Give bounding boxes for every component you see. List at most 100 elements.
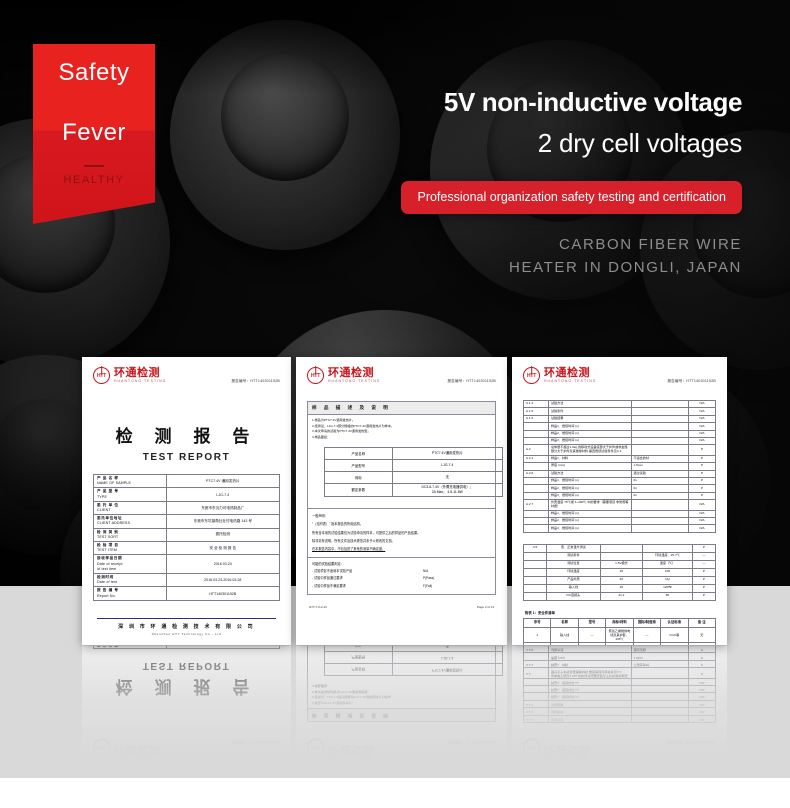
doc1-row-label: 委托单位地址 CLIENT ADDRESS <box>93 514 167 529</box>
doc1-row-value: LJG-7.4 <box>165 487 281 502</box>
doc3-cell: 厚度 (mm) <box>547 462 632 471</box>
doc3-cell: 总体量不超过1.0kg 的移动式设备底部大于护件或非金属部分大于护件及其绝缘材料… <box>547 444 632 456</box>
table-row: 样品1．燃烧时间 (s) N/A <box>523 509 716 518</box>
table-row: 厚度 (mm)1.5mmP <box>523 462 716 471</box>
doc3-cell: 输入线 <box>550 626 579 644</box>
promo-page: Safety Fever HEALTHY 5V non-inductive vo… <box>0 0 790 808</box>
doc2-general-title: 一般声明： <box>312 514 328 519</box>
certificate-reflections: HTT 环通检测 HUANTONG TESTING 报告编号：HTT140301… <box>82 646 727 766</box>
doc3-cell: 样品2．燃烧时间 (s) <box>547 429 632 438</box>
doc3-cell <box>522 575 548 585</box>
table-row: A.2.7 外壳温度 75℃或 3~200℃ 中的要求（需要项目 非防雨等材质） N… <box>523 499 716 511</box>
table-row: 样品2．燃烧时间 (s) N/A <box>523 429 716 438</box>
subtitle-line-1: CARBON FIBER WIRE <box>558 235 742 253</box>
doc3-cell: A.2 <box>523 444 549 456</box>
doc3-caption: 附表 1：安全件清单 <box>525 610 555 615</box>
doc3-cell: P <box>688 469 716 478</box>
doc3-cell <box>630 516 690 526</box>
table-row: 产品名称PTC7.4V通用发热片 <box>324 446 504 460</box>
certificate-doc-3[interactable]: HTT 环通检测 HUANTONG TESTING 报告编号：HTT140301… <box>512 357 727 645</box>
doc2-results: 可能的试验结果判定： - 试验项目不适用本试验产品 N/A - 试验中样品通过要求 P… <box>307 557 496 596</box>
doc3-cell <box>599 543 644 553</box>
ribbon-line-1: Safety <box>58 59 130 86</box>
hero-copy: 5V non-inductive voltage 2 dry cell volt… <box>322 87 743 276</box>
doc3-cell: A.1.6 <box>523 414 549 424</box>
doc3-cell: A.1.4 <box>523 399 549 409</box>
doc3-cell <box>522 583 548 593</box>
doc3-cell: 样品2．燃烧时间 (s) <box>547 484 632 493</box>
table-row: 样品1．燃烧时间 (s) 0s P <box>523 476 716 486</box>
table-row: 环境温度 20 100 P <box>522 567 717 577</box>
doc3-cell: 外壳温度 75℃或 3~200℃ 中的要求（需要项目 非防雨等材质） <box>547 499 632 511</box>
doc3-cell <box>523 422 549 431</box>
doc3-header-cell: 序号 <box>522 617 552 628</box>
doc3-cell: P <box>688 462 716 471</box>
doc3-cell: 100 <box>642 567 693 577</box>
doc3-cell: 1.5mm <box>630 462 690 471</box>
table-row: 检测时间 Date of test 2016.03.24-2016.03.28 <box>93 573 281 588</box>
doc1-row-value: 东莞市东坑镇角社社村电热路 143 号 <box>165 514 281 529</box>
doc1-row-label: 检 测 类 别 TEST SORT <box>93 527 167 543</box>
doc2-result-row: - 试验项目不适用本试验产品 N/A <box>312 568 491 575</box>
doc3-cell: N/A <box>688 429 716 438</box>
doc2-result-label: - 试验项目不适用本试验产品 <box>312 569 353 574</box>
doc3-report-number: 报告编号：HTT140301152B <box>667 379 716 383</box>
table-row: 样品3．燃烧时间 (s) N/A <box>523 436 716 446</box>
ribbon-divider <box>84 165 104 167</box>
doc3-cell: A.2.7 <box>523 499 549 511</box>
doc3-cell <box>630 399 690 409</box>
doc3-cell: P <box>688 484 716 493</box>
doc3-cell: 0s <box>630 476 690 486</box>
doc3-cell: 1 <box>522 626 552 644</box>
table-header-row: 序号 名称 型号 商标/材料 国际/制造商 认证标准备 注 <box>522 617 717 628</box>
doc3-cell: N/A <box>688 499 716 511</box>
doc1-info-table: 产 品 名 称NAME OF SAMPLEPTC7.4V 通用发热片产 品 型 … <box>93 473 281 601</box>
table-row: 额定参数 DC3.6-7.4V（外置充电器供电）； 2A Max； 4.5-11.8… <box>324 482 504 498</box>
doc3-cell: 40 <box>599 575 644 585</box>
doc3-cell: 试验方法 <box>547 399 632 409</box>
doc3-cell: 样品1．材料 <box>547 454 632 464</box>
doc3-cell <box>522 551 548 561</box>
doc2-result-value: N/A <box>422 569 429 574</box>
table-row: A.2.6试验方法通过试验P <box>523 469 716 478</box>
doc2-general-statement: 一般声明： "（见附表）" 指本报告的所用结构。 所有含本用的试验结果仅为试验申请… <box>307 509 496 558</box>
doc3-cell: 试验方法 <box>547 469 632 478</box>
htt-logo-icon: HTT <box>93 367 110 384</box>
doc3-cell <box>599 551 644 561</box>
doc3-cell <box>522 567 548 577</box>
doc3-cell: 样品1．燃烧时间 (s) <box>547 476 632 486</box>
doc1-row-value: 2016.03.24 <box>165 554 281 575</box>
doc2-general-line: 除非另有说明，所有文件及技术规范并未予以修改的文档。 <box>312 539 395 544</box>
doc3-cell: N/A <box>688 422 716 431</box>
doc3-cell <box>630 429 690 438</box>
doc3-cell: P <box>691 591 717 601</box>
doc3-cell: 20 <box>599 567 644 577</box>
doc2-result-value: F(Fail) <box>422 583 433 588</box>
doc3-cell: 测试位置 <box>546 559 601 569</box>
doc3-cell <box>630 414 690 424</box>
subtitle-line-2: HEATER IN DONGLI, JAPAN <box>509 258 742 276</box>
doc3-cell: 产品外壳 <box>546 575 601 585</box>
doc2-spec-value: DC3.6-7.4V（外置充电器供电）； 2A Max； 4.5-11.8W <box>391 482 504 498</box>
doc3-cell: 试验结果 <box>547 414 632 424</box>
doc3-table-1: A.1.4试验方法N/AA.1.5试验条件N/AA.1.6试验结果N/A样品1．… <box>523 399 716 533</box>
doc3-cell: N/A <box>688 516 716 526</box>
doc1-row-value: 委托检测 <box>165 527 281 543</box>
doc3-table-3: 序号 名称 型号 商标/材料 国际/制造商 认证标准备 注 1 输入线 — 聚氯乙烯绝缘电线及其护… <box>522 617 717 645</box>
doc3-cell <box>630 524 690 533</box>
doc3-cell <box>523 524 549 533</box>
certificate-doc-1[interactable]: HTT 环通检测 HUANTONG TESTING 报告编号：HTT140301… <box>82 357 291 645</box>
doc2-general-line: 在本报告内容中，不包括进了其他的测量不确定度。 <box>312 547 386 552</box>
doc2-result-label: - 试验中样品不满足要求 <box>312 583 346 588</box>
doc3-cell: 环境温度：25.7℃ <box>642 551 693 561</box>
table-row: 检 验 项 目 TEST ITEM 安 全 检 测 报 告 <box>93 541 281 556</box>
doc3-cell: P <box>691 575 717 585</box>
doc3-cell: 20 <box>599 583 644 593</box>
doc3-header-cell: 商标/材料 <box>605 617 634 628</box>
doc3-cell <box>523 491 549 501</box>
doc3-cell: 外壳 <box>550 642 579 645</box>
table-row: 委托单位地址 CLIENT ADDRESS 东莞市东坑镇角社社村电热路 143 号 <box>93 514 281 529</box>
headline-primary: 5V non-inductive voltage <box>443 87 743 117</box>
certificate-doc-2[interactable]: HTT 环通检测 HUANTONG TESTING 报告编号：HTT140301… <box>296 357 507 645</box>
doc2-spec-value: 无 <box>391 470 504 484</box>
